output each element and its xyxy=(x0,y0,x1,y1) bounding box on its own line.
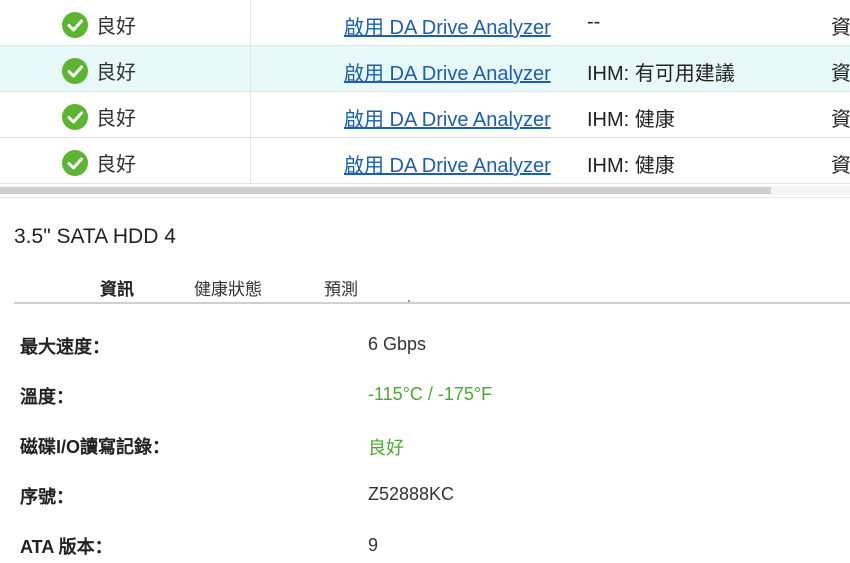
ihm-status: IHM: 有可用建議 xyxy=(587,63,735,85)
truncated-cell: 資 xyxy=(831,109,850,131)
table-row[interactable]: 良好 啟用 DA Drive Analyzer IHM: 健康 資 xyxy=(0,92,850,138)
tab-indicator-mark xyxy=(408,300,410,302)
disk-title: 3.5" SATA HDD 4 xyxy=(14,225,176,248)
info-row-ata-version: ATA 版本： 9 xyxy=(0,533,850,563)
horizontal-scrollbar[interactable] xyxy=(0,186,850,195)
divider xyxy=(0,197,850,198)
info-row-temperature: 溫度： -115°C / -175°F xyxy=(0,383,850,413)
detail-tabs: 資訊 健康狀態 預測 xyxy=(14,272,850,304)
truncated-cell: 資 xyxy=(831,17,850,39)
status-cell: 良好 xyxy=(62,56,136,85)
info-label: 溫度： xyxy=(20,387,74,407)
table-row[interactable]: 良好 啟用 DA Drive Analyzer IHM: 有可用建議 資 xyxy=(0,46,850,92)
table-row[interactable]: 良好 啟用 DA Drive Analyzer IHM: 健康 資 xyxy=(0,138,850,184)
status-cell: 良好 xyxy=(62,102,136,131)
status-text: 良好 xyxy=(96,62,136,84)
status-cell: 良好 xyxy=(62,148,136,177)
tab-prediction[interactable]: 預測 xyxy=(324,275,358,300)
enable-da-drive-analyzer-link[interactable]: 啟用 DA Drive Analyzer xyxy=(344,149,551,178)
info-label: 最大速度： xyxy=(20,337,110,357)
enable-da-drive-analyzer-link[interactable]: 啟用 DA Drive Analyzer xyxy=(344,103,551,132)
check-circle-icon xyxy=(62,11,88,38)
ihm-status: -- xyxy=(587,11,601,33)
column-divider xyxy=(250,0,251,45)
status-cell: 良好 xyxy=(62,10,136,39)
info-value: 6 Gbps xyxy=(368,334,427,354)
info-value: Z52888KC xyxy=(368,484,455,504)
enable-da-drive-analyzer-link[interactable]: 啟用 DA Drive Analyzer xyxy=(344,11,551,40)
info-value: -115°C / -175°F xyxy=(368,384,493,404)
info-value: 良好 xyxy=(368,438,404,458)
info-label: ATA 版本： xyxy=(20,537,113,557)
column-divider xyxy=(250,46,251,91)
scrollbar-thumb[interactable] xyxy=(0,187,771,194)
tab-info[interactable]: 資訊 xyxy=(100,275,134,300)
status-text: 良好 xyxy=(96,154,136,176)
ihm-status: IHM: 健康 xyxy=(587,155,675,177)
truncated-cell: 資 xyxy=(831,155,850,177)
info-value: 9 xyxy=(368,535,379,555)
column-divider xyxy=(250,92,251,137)
check-circle-icon xyxy=(62,103,88,130)
tab-health-status[interactable]: 健康狀態 xyxy=(194,275,262,300)
info-row-max-speed: 最大速度： 6 Gbps xyxy=(0,333,850,363)
info-row-disk-io-log: 磁碟I/O讀寫記錄： 良好 xyxy=(0,433,850,463)
ihm-status: IHM: 健康 xyxy=(587,109,675,131)
enable-da-drive-analyzer-link[interactable]: 啟用 DA Drive Analyzer xyxy=(344,57,551,86)
info-row-serial-number: 序號： Z52888KC xyxy=(0,483,850,513)
check-circle-icon xyxy=(62,149,88,176)
truncated-cell: 資 xyxy=(831,63,850,85)
table-row[interactable]: 良好 啟用 DA Drive Analyzer -- 資 xyxy=(0,0,850,46)
info-label: 磁碟I/O讀寫記錄： xyxy=(20,437,171,457)
column-divider xyxy=(250,138,251,183)
check-circle-icon xyxy=(62,57,88,84)
info-label: 序號： xyxy=(20,487,74,507)
status-text: 良好 xyxy=(96,16,136,38)
status-text: 良好 xyxy=(96,108,136,130)
